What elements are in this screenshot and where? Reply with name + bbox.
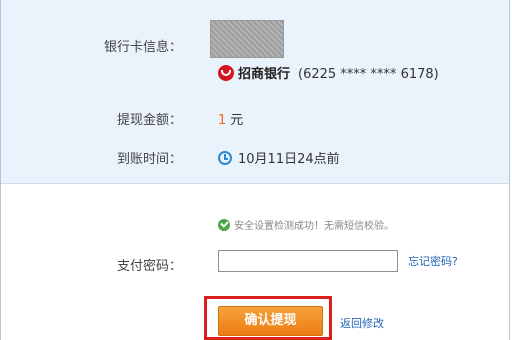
bank-name: 招商银行 [238, 67, 291, 82]
arrival-value: 10月11日24点前 [218, 148, 340, 167]
card-info-label: 银行卡信息： [103, 40, 182, 55]
password-label: 支付密码： [116, 259, 182, 274]
back-edit-link[interactable]: 返回修改 [340, 315, 384, 331]
card-number: (6225 **** **** 6178) [298, 67, 439, 82]
amount-label: 提现金额： [116, 113, 182, 128]
confirm-withdraw-button[interactable]: 确认提现 [218, 306, 323, 336]
payment-password-input[interactable] [218, 250, 398, 272]
amount-number: 1 [218, 113, 227, 128]
clock-icon [218, 151, 232, 165]
amount-value: 1元 [218, 109, 243, 128]
bank-card-line: 招商银行 (6225 **** **** 6178) [218, 63, 439, 82]
bank-card-image [210, 20, 284, 58]
arrival-label: 到账时间： [116, 152, 182, 167]
forgot-password-link[interactable]: 忘记密码? [408, 253, 458, 269]
amount-unit: 元 [230, 113, 244, 128]
security-check-note: 安全设置检测成功！无需短信校验。 [218, 217, 394, 232]
cmb-logo-icon [218, 65, 234, 81]
check-icon [218, 219, 230, 231]
security-note-text: 安全设置检测成功！无需短信校验。 [234, 221, 394, 232]
arrival-time: 10月11日24点前 [238, 152, 340, 167]
